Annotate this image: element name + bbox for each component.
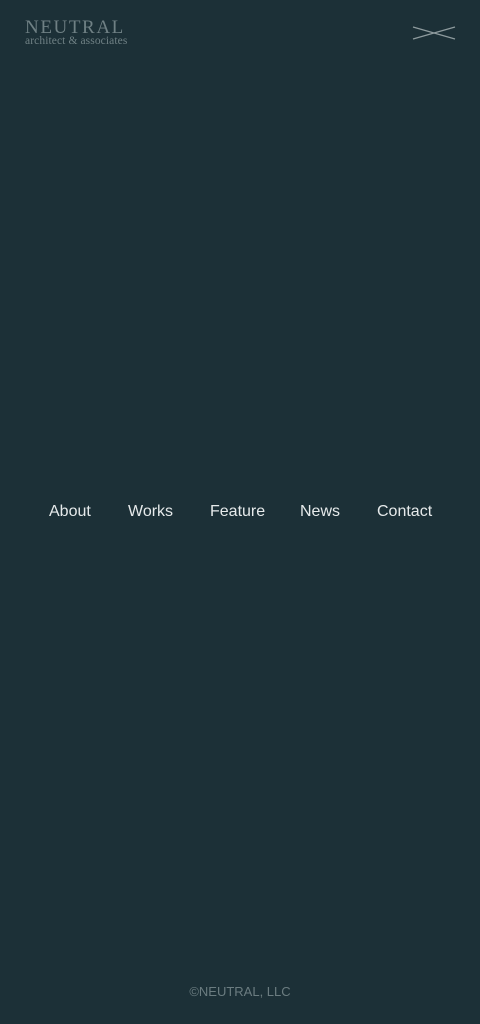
nav-item-contact[interactable]: Contact [377, 500, 432, 524]
close-icon [412, 26, 456, 40]
logo-tagline: architect & associates [25, 35, 128, 47]
close-menu-button[interactable] [412, 24, 456, 42]
logo-wordmark: NEUTRAL [25, 17, 125, 38]
menu-overlay: NEUTRAL architect & associates About Wor… [0, 0, 480, 1024]
nav-item-works[interactable]: Works [128, 500, 173, 524]
main-nav: About Works Feature News Contact [0, 500, 480, 524]
nav-item-news[interactable]: News [300, 500, 340, 524]
nav-item-feature[interactable]: Feature [210, 500, 265, 524]
copyright-text: ©NEUTRAL, LLC [189, 984, 291, 999]
site-logo[interactable]: NEUTRAL architect & associates [25, 17, 128, 47]
nav-item-about[interactable]: About [49, 500, 91, 524]
